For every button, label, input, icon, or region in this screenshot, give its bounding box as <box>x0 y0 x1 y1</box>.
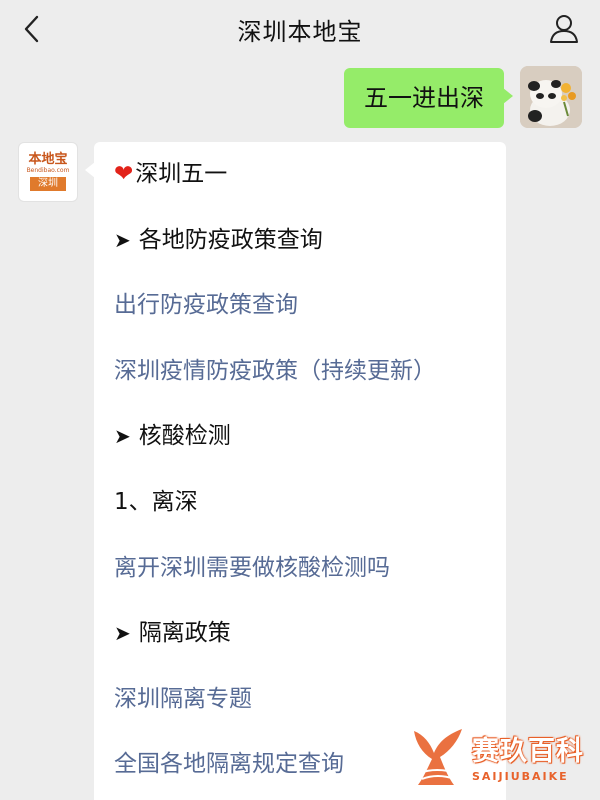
section-heading: ➤ 各地防疫政策查询 <box>114 226 323 253</box>
link-leaving-test[interactable]: 离开深圳需要做核酸检测吗 <box>114 548 486 614</box>
outgoing-message-row: 五一进出深 <box>344 66 582 128</box>
bot-city-tag: 深圳 <box>30 177 66 191</box>
bot-brand-url: Bendibao.com <box>26 167 70 174</box>
chat-header: 深圳本地宝 <box>0 0 600 58</box>
section-heading: ➤ 核酸检测 <box>114 423 231 450</box>
person-icon <box>550 15 578 43</box>
subheading-leaving: 1、离深 <box>114 488 198 515</box>
bot-brand-logo: 本地宝 <box>28 152 68 167</box>
section-heading: ➤ 隔离政策 <box>114 620 231 647</box>
arrow-right-icon: ➤ <box>114 424 131 449</box>
outgoing-message-bubble[interactable]: 五一进出深 <box>344 68 513 128</box>
incoming-message-bubble: ❤深圳五一 ➤ 各地防疫政策查询 出行防疫政策查询 深圳疫情防疫政策（持续更新） … <box>85 142 506 800</box>
profile-button[interactable] <box>544 9 584 49</box>
back-button[interactable] <box>12 9 52 49</box>
link-shenzhen-policy[interactable]: 深圳疫情防疫政策（持续更新） <box>114 351 486 417</box>
arrow-right-icon: ➤ <box>114 621 131 646</box>
chevron-left-icon <box>24 15 39 43</box>
bot-avatar[interactable]: 本地宝 Bendibao.com 深圳 <box>18 142 78 202</box>
watermark: 赛玖百科 SAIJIUBAIKE <box>410 716 596 796</box>
panda-toy-image <box>520 66 582 128</box>
chat-screen: 深圳本地宝 五一进出深 本地宝 Bendibao.com 深圳 ❤深圳五一 ➤ … <box>0 0 600 800</box>
link-travel-policy[interactable]: 出行防疫政策查询 <box>114 285 486 351</box>
heart-icon: ❤ <box>114 161 134 187</box>
watermark-english: SAIJIUBAIKE <box>472 770 569 783</box>
incoming-message-row: 本地宝 Bendibao.com 深圳 ❤深圳五一 ➤ 各地防疫政策查询 出行防疫… <box>18 142 506 800</box>
arrow-right-icon: ➤ <box>114 227 131 252</box>
whale-tail-logo-icon <box>414 729 462 785</box>
chat-title: 深圳本地宝 <box>237 17 363 46</box>
reply-heading: ❤深圳五一 <box>114 161 228 187</box>
watermark-chinese: 赛玖百科 <box>472 736 584 767</box>
user-avatar[interactable] <box>520 66 582 128</box>
